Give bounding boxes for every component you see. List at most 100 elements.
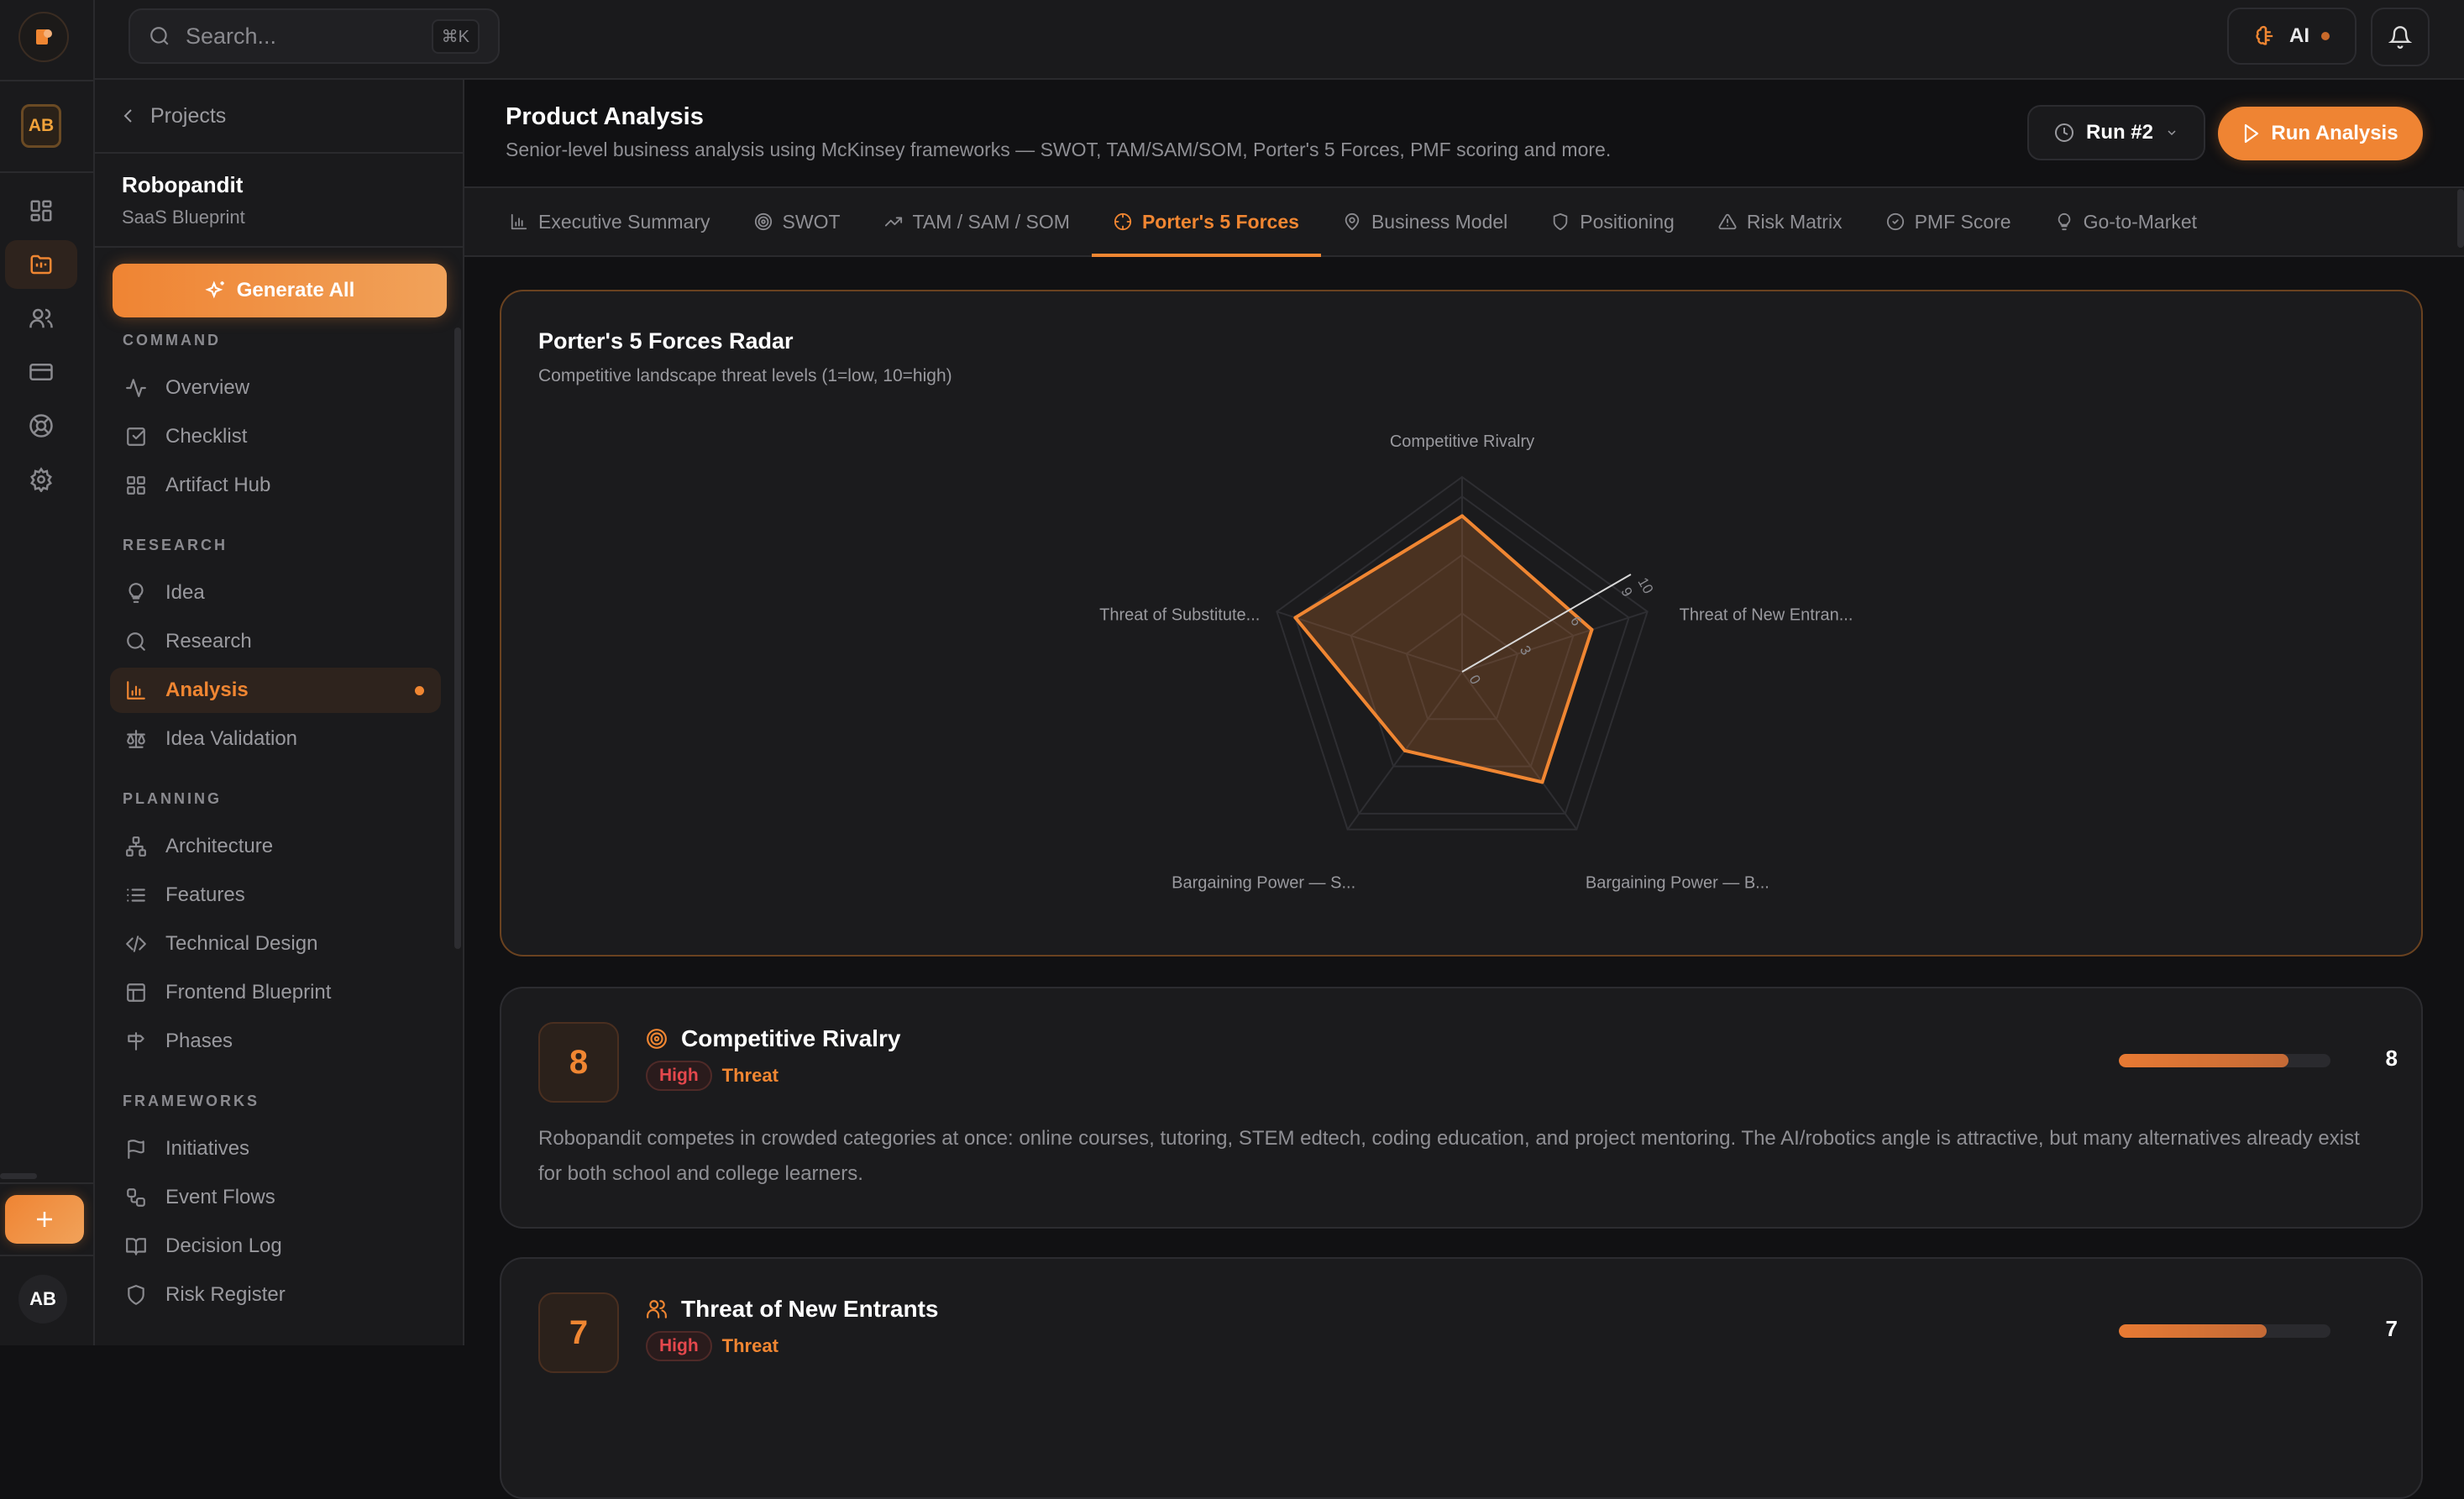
sidebar-item-label: Risk Register xyxy=(165,1283,286,1307)
tab-business-model[interactable]: Business Model xyxy=(1321,188,1529,255)
project-type: SaaS Blueprint xyxy=(122,207,438,228)
sidebar-item-idea[interactable]: Idea xyxy=(110,570,441,616)
brain-icon xyxy=(2254,24,2278,49)
book-icon xyxy=(125,1235,147,1257)
sidebar-item-idea-validation[interactable]: Idea Validation xyxy=(110,716,441,762)
tab-swot[interactable]: SWOT xyxy=(732,188,862,255)
sidebar-item-label: Architecture xyxy=(165,835,273,858)
app-logo[interactable] xyxy=(18,12,69,62)
sidebar-item-label: Idea xyxy=(165,581,205,605)
sidebar-item-label: Idea Validation xyxy=(165,727,297,751)
shortcut-hint: ⌘K xyxy=(432,19,480,54)
sidebar-item-frontend-blueprint[interactable]: Frontend Blueprint xyxy=(110,970,441,1015)
trending-up-icon xyxy=(884,212,903,231)
sidebar-item-features[interactable]: Features xyxy=(110,873,441,918)
workspace-badge[interactable]: AB xyxy=(21,104,61,148)
sidebar-item-analysis[interactable]: Analysis xyxy=(110,668,441,713)
axis-label: Threat of Substitute... xyxy=(1099,605,1260,624)
force-score: 7 xyxy=(538,1292,619,1373)
sidebar-item-artifact-hub[interactable]: Artifact Hub xyxy=(110,463,441,508)
tab-label: TAM / SAM / SOM xyxy=(913,211,1070,233)
sidebar-item-phases[interactable]: Phases xyxy=(110,1019,441,1064)
divider xyxy=(0,1182,95,1184)
network-icon xyxy=(125,836,147,857)
sidebar-item-decision-log[interactable]: Decision Log xyxy=(110,1224,441,1269)
folder-chart-icon[interactable] xyxy=(5,240,77,289)
main-scrollbar[interactable] xyxy=(2457,189,2464,248)
target-icon xyxy=(754,212,773,231)
flag-icon xyxy=(125,1138,147,1160)
sidebar-item-event-flows[interactable]: Event Flows xyxy=(110,1175,441,1220)
tab-pmf-score[interactable]: PMF Score xyxy=(1864,188,2033,255)
run-select[interactable]: Run #2 xyxy=(2027,105,2205,160)
project-header: Robopandit SaaS Blueprint xyxy=(95,154,464,248)
tab-go-to-market[interactable]: Go-to-Market xyxy=(2033,188,2219,255)
sidebar-item-checklist[interactable]: Checklist xyxy=(110,414,441,459)
bar-chart-icon xyxy=(125,679,147,701)
axis-label: Competitive Rivalry xyxy=(1390,432,1534,451)
grid-icon xyxy=(125,474,147,496)
ai-button[interactable]: AI xyxy=(2227,8,2357,65)
force-tags: HighThreat xyxy=(646,1061,779,1091)
credit-card-icon[interactable] xyxy=(5,348,77,396)
user-avatar[interactable]: AB xyxy=(18,1275,67,1323)
icon-rail: AB AB xyxy=(0,0,95,1345)
rail-scrollbar[interactable] xyxy=(0,1173,37,1179)
search-icon xyxy=(125,631,147,653)
axis-label: Bargaining Power — B... xyxy=(1586,874,1769,893)
run-analysis-button[interactable]: Run Analysis xyxy=(2218,107,2423,160)
tab-label: PMF Score xyxy=(1915,211,2011,233)
notifications-button[interactable] xyxy=(2371,8,2430,66)
checkbox-icon xyxy=(125,426,147,448)
crosshair-icon xyxy=(1114,212,1132,231)
tab-label: Porter's 5 Forces xyxy=(1142,211,1299,233)
sidebar-item-label: Event Flows xyxy=(165,1186,275,1209)
project-name: Robopandit xyxy=(122,172,438,198)
activity-icon xyxy=(125,377,147,399)
sidebar-item-label: Analysis xyxy=(165,679,249,702)
chevron-down-icon xyxy=(2165,126,2178,139)
sidebar-item-technical-design[interactable]: Technical Design xyxy=(110,921,441,967)
tab-label: Risk Matrix xyxy=(1747,211,1843,233)
code-icon xyxy=(125,933,147,955)
radar-chart: 036910Competitive RivalryThreat of New E… xyxy=(501,291,2425,958)
tab-executive-summary[interactable]: Executive Summary xyxy=(488,188,732,255)
shield-icon xyxy=(1551,212,1570,231)
bell-icon xyxy=(2388,24,2412,50)
axis-label: Threat of New Entran... xyxy=(1680,605,1853,624)
data-point xyxy=(1590,628,1593,632)
lifebuoy-icon[interactable] xyxy=(5,401,77,450)
check-circle-icon xyxy=(1886,212,1905,231)
tab-porter-s-5-forces[interactable]: Porter's 5 Forces xyxy=(1092,188,1321,255)
search-input[interactable]: Search... ⌘K xyxy=(128,8,500,64)
analysis-tabs: Executive SummarySWOT TAM / SAM / SOM Port… xyxy=(464,186,2464,257)
tab-tam-sam-som[interactable]: TAM / SAM / SOM xyxy=(862,188,1092,255)
users-icon xyxy=(646,1298,668,1320)
new-project-button[interactable] xyxy=(5,1195,84,1244)
force-title: Threat of New Entrants xyxy=(681,1296,938,1323)
data-point xyxy=(1460,514,1464,517)
tab-risk-matrix[interactable]: Risk Matrix xyxy=(1696,188,1864,255)
sidebar-item-risk-register[interactable]: Risk Register xyxy=(110,1272,441,1318)
section-heading: RESEARCH xyxy=(95,537,456,562)
threat-progress-bar xyxy=(2119,1324,2330,1338)
tab-positioning[interactable]: Positioning xyxy=(1529,188,1696,255)
sidebar-item-label: Overview xyxy=(165,376,249,400)
settings-icon[interactable] xyxy=(5,455,77,504)
section-heading: COMMAND xyxy=(95,332,456,357)
sidebar-item-research[interactable]: Research xyxy=(110,619,441,664)
sidebar-item-overview[interactable]: Overview xyxy=(110,365,441,411)
sidebar-item-initiatives[interactable]: Initiatives xyxy=(110,1126,441,1171)
sidebar-item-architecture[interactable]: Architecture xyxy=(110,824,441,869)
data-point xyxy=(1540,780,1544,784)
signpost-icon xyxy=(125,1030,147,1052)
workflow-icon xyxy=(125,1187,147,1208)
shield-icon xyxy=(125,1284,147,1306)
dashboard-icon[interactable] xyxy=(5,186,77,235)
back-to-projects[interactable]: Projects xyxy=(95,80,464,154)
threat-progress-bar xyxy=(2119,1054,2330,1067)
users-icon[interactable] xyxy=(5,294,77,343)
ai-label: AI xyxy=(2289,24,2309,48)
generate-all-button[interactable]: Generate All xyxy=(113,264,447,317)
radial-tick-label: 10 xyxy=(1634,575,1656,597)
